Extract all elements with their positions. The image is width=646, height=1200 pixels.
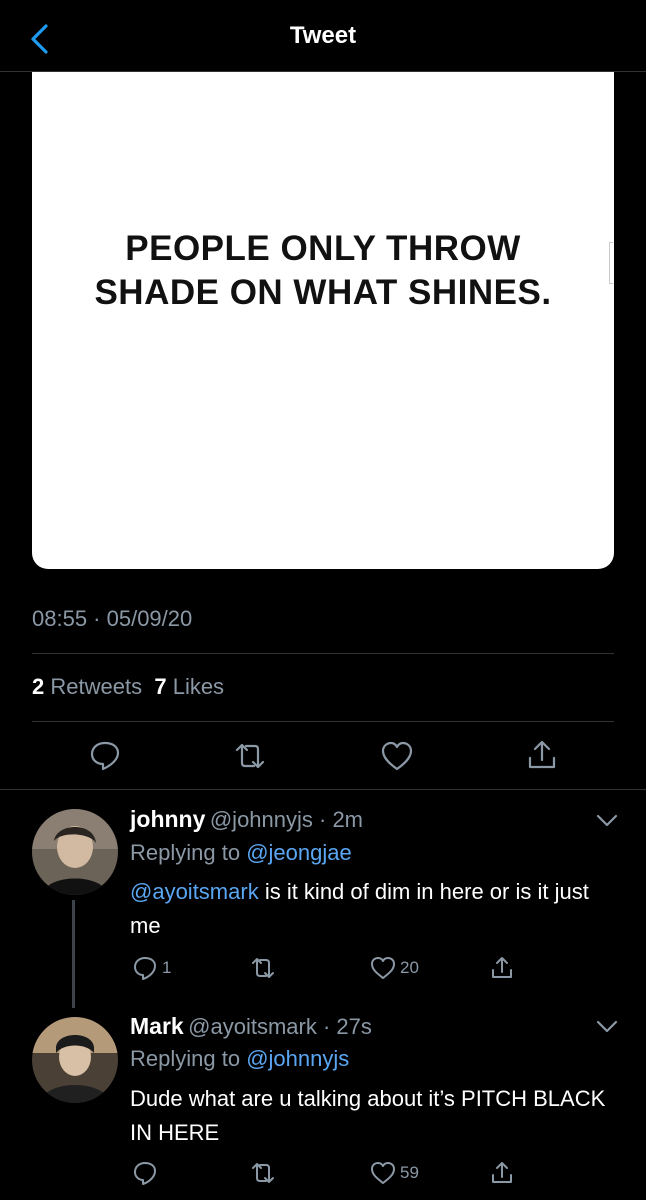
scroll-indicator — [609, 242, 613, 284]
replying-prefix: Replying to — [130, 840, 241, 865]
retweet-icon[interactable] — [233, 739, 267, 773]
page-title: Tweet — [289, 22, 357, 49]
like-icon — [371, 1162, 395, 1184]
reply-icon — [134, 957, 156, 980]
retweet-action[interactable] — [250, 954, 280, 982]
reply-header: johnny @johnnyjs · 2m — [130, 806, 363, 833]
thread-line — [72, 900, 75, 1008]
like-count: 20 — [400, 958, 419, 977]
retweets-label: Retweets — [50, 674, 143, 699]
mention-link[interactable]: @ayoitsmark — [130, 879, 259, 904]
divider — [32, 721, 614, 722]
reply-icon — [134, 1162, 156, 1185]
replying-to-link[interactable]: @johnnyjs — [246, 1046, 349, 1071]
quote-line-2: SHADE ON WHAT SHINES. — [94, 273, 552, 312]
share-icon — [492, 957, 512, 978]
like-action[interactable]: 59 — [370, 1159, 419, 1187]
display-name[interactable]: johnny — [130, 806, 205, 832]
avatar[interactable] — [32, 809, 118, 895]
share-action[interactable] — [489, 954, 515, 982]
reply-icon[interactable] — [88, 738, 122, 772]
chevron-down-icon[interactable] — [596, 1020, 618, 1034]
reply-tweet[interactable]: Mark @ayoitsmark · 27s Replying to @john… — [0, 1005, 646, 1200]
chevron-down-icon[interactable] — [596, 814, 618, 828]
quote-line-1: PEOPLE ONLY THROW — [125, 229, 521, 268]
reply-count: 1 — [162, 958, 172, 977]
avatar-image — [32, 809, 118, 895]
reply-tweet[interactable]: johnny @johnnyjs · 2m Replying to @jeong… — [0, 790, 646, 1008]
like-icon — [371, 957, 395, 979]
nav-bar: Tweet — [0, 0, 646, 72]
display-name[interactable]: Mark — [130, 1013, 184, 1039]
likes-stat[interactable]: 7 Likes — [154, 674, 224, 699]
avatar-image — [32, 1017, 118, 1103]
handle-time: @ayoitsmark · 27s — [188, 1014, 372, 1039]
share-icon — [492, 1162, 512, 1183]
retweet-icon — [252, 958, 274, 978]
reply-action[interactable]: 1 — [132, 954, 171, 982]
tweet-stats: 2 Retweets 7 Likes — [32, 674, 224, 700]
tweet-timestamp: 08:55 · 05/09/20 — [32, 606, 193, 631]
replying-to-link[interactable]: @jeongjae — [246, 840, 352, 865]
handle-time: @johnnyjs · 2m — [209, 807, 364, 832]
like-action[interactable]: 20 — [370, 954, 419, 982]
retweets-stat[interactable]: 2 Retweets — [32, 674, 142, 699]
retweets-count: 2 — [32, 674, 45, 699]
replying-to: Replying to @johnnyjs — [130, 1046, 349, 1072]
like-count: 59 — [400, 1163, 419, 1182]
likes-label: Likes — [172, 674, 225, 699]
retweet-icon — [252, 1163, 274, 1183]
like-icon[interactable] — [380, 739, 414, 773]
reply-text: @ayoitsmark is it kind of dim in here or… — [130, 875, 625, 943]
image-quote: PEOPLE ONLY THROW SHADE ON WHAT SHINES. — [32, 227, 614, 315]
tweet-image[interactable]: PEOPLE ONLY THROW SHADE ON WHAT SHINES. — [32, 72, 614, 569]
reply-action[interactable] — [132, 1159, 162, 1187]
reply-text: Dude what are u talking about it’s PITCH… — [130, 1086, 606, 1145]
replying-prefix: Replying to — [130, 1046, 241, 1071]
divider — [32, 653, 614, 654]
reply-header: Mark @ayoitsmark · 27s — [130, 1013, 372, 1040]
share-icon[interactable] — [525, 738, 559, 772]
retweet-action[interactable] — [250, 1159, 280, 1187]
share-action[interactable] — [489, 1159, 515, 1187]
replying-to: Replying to @jeongjae — [130, 840, 352, 866]
avatar[interactable] — [32, 1017, 118, 1103]
likes-count: 7 — [154, 674, 167, 699]
